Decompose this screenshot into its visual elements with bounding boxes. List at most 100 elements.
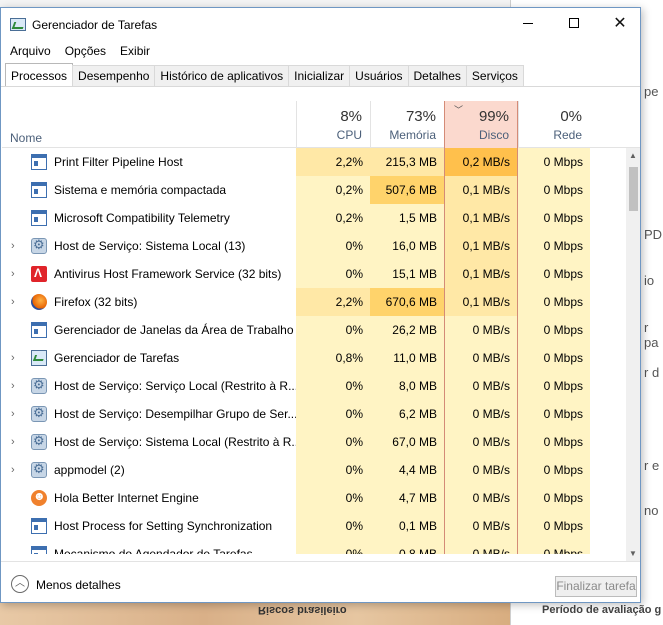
chevron-up-icon[interactable]: ︿ — [11, 575, 29, 593]
table-row[interactable]: Hola Better Internet Engine 0%4,7 MB0 MB/… — [2, 484, 626, 512]
process-disk: 0 MB/s — [444, 484, 518, 512]
title-bar[interactable]: Gerenciador de Tarefas ✕ — [1, 8, 640, 38]
table-row[interactable]: › Antivirus Host Framework Service (32 bi… — [2, 260, 626, 288]
background-text-fragment: r e — [644, 458, 660, 473]
table-row[interactable]: Gerenciador de Janelas da Área de Trabal… — [2, 316, 626, 344]
menu-bar: Arquivo Opções Exibir — [1, 42, 157, 62]
menu-arquivo[interactable]: Arquivo — [3, 42, 58, 62]
table-row[interactable]: › Host de Serviço: Desempilhar Grupo de S… — [2, 400, 626, 428]
process-name: Gerenciador de Tarefas — [54, 351, 180, 365]
process-memory: 4,7 MB — [370, 484, 444, 512]
table-row[interactable]: › Host de Serviço: Sistema Local (13) 0%16… — [2, 232, 626, 260]
mirrored-background-text: Riscos brasileiro — [258, 604, 347, 616]
network-total: 0% — [560, 108, 582, 125]
process-disk: 0 MB/s — [444, 428, 518, 456]
process-name: Host Process for Setting Synchronization — [54, 519, 273, 533]
table-row[interactable]: › Host de Serviço: Sistema Local (Restrit… — [2, 428, 626, 456]
process-memory: 670,6 MB — [370, 288, 444, 316]
menu-opcoes[interactable]: Opções — [58, 42, 113, 62]
tab-inicializar[interactable]: Inicializar — [288, 65, 351, 86]
process-network: 0 Mbps — [518, 400, 590, 428]
table-row[interactable]: Sistema e memória compactada 0,2% 507,6 MB… — [2, 176, 626, 204]
process-cpu: 0% — [296, 484, 370, 512]
tab-detalhes[interactable]: Detalhes — [407, 65, 467, 86]
column-name-header[interactable]: Nome — [10, 131, 42, 145]
memory-total: 73% — [405, 108, 436, 125]
process-cpu: 0,2% — [296, 204, 370, 232]
expand-chevron-icon[interactable]: › — [11, 380, 21, 392]
process-cpu: 0,8% — [296, 344, 370, 372]
expand-chevron-icon[interactable]: › — [11, 408, 21, 420]
process-name: Host de Serviço: Desempilhar Grupo de Se… — [54, 407, 298, 421]
expand-chevron-icon[interactable]: › — [11, 268, 21, 280]
process-disk: 0,1 MB/s — [444, 204, 518, 232]
process-disk: 0 MB/s — [444, 400, 518, 428]
expand-chevron-icon[interactable]: › — [11, 240, 21, 252]
sort-descending-icon: ﹀ — [454, 105, 464, 115]
window-icon — [31, 518, 47, 534]
tab-processos[interactable]: Processos — [5, 63, 74, 86]
process-name: Gerenciador de Janelas da Área de Trabal… — [54, 323, 294, 337]
process-disk: 0,2 MB/s — [444, 148, 518, 176]
footer-bar: ︿ Menos detalhes Finalizar tarefa — [1, 561, 640, 602]
column-cpu-header[interactable]: 8% CPU — [296, 101, 370, 148]
less-details-link[interactable]: Menos detalhes — [36, 578, 121, 592]
process-network: 0 Mbps — [518, 372, 590, 400]
process-cpu: 0% — [296, 540, 370, 554]
column-network-header[interactable]: 0% Rede — [518, 101, 590, 148]
maximize-button[interactable] — [551, 8, 597, 38]
end-task-button[interactable]: Finalizar tarefa — [555, 576, 637, 597]
expand-chevron-icon[interactable]: › — [11, 296, 21, 308]
tab-usuarios[interactable]: Usuários — [349, 65, 409, 86]
expand-chevron-icon[interactable]: › — [11, 436, 21, 448]
close-button[interactable]: ✕ — [597, 8, 640, 38]
memory-label: Memória — [389, 128, 436, 142]
table-row[interactable]: › Firefox (32 bits) 2,2% 670,6 MB 0,1 MB/s 0 … — [2, 288, 626, 316]
process-disk: 0 MB/s — [444, 540, 518, 554]
table-row[interactable]: Microsoft Compatibility Telemetry 0,2% 1,5… — [2, 204, 626, 232]
tab-servicos[interactable]: Serviços — [465, 65, 524, 86]
disk-label: Disco — [478, 128, 509, 142]
cpu-total: 8% — [340, 108, 362, 125]
process-name: Firefox (32 bits) — [54, 295, 138, 309]
process-name: Host de Serviço: Sistema Local (Restrito… — [54, 435, 302, 449]
tab-historico[interactable]: Histórico de aplicativos — [154, 65, 290, 86]
process-cpu: 0% — [296, 512, 370, 540]
process-disk: 0 MB/s — [444, 344, 518, 372]
table-row[interactable]: Mecanismo do Agendador de Tarefas 0% 0,8 M… — [2, 540, 626, 554]
window-icon — [31, 154, 47, 170]
cpu-label: CPU — [336, 128, 362, 142]
scroll-thumb[interactable] — [629, 167, 638, 211]
process-memory: 15,1 MB — [370, 260, 444, 288]
scroll-down-icon[interactable]: ▼ — [629, 549, 637, 558]
process-name: Microsoft Compatibility Telemetry — [54, 211, 230, 225]
background-bottom-text: Período de avaliação g — [542, 604, 662, 616]
table-row[interactable]: Host Process for Setting Synchronization… — [2, 512, 626, 540]
process-memory: 67,0 MB — [370, 428, 444, 456]
column-memory-header[interactable]: 73% Memória — [370, 101, 444, 148]
table-row[interactable]: › Gerenciador de Tarefas 0,8% 11,0 MB 0 MB/s… — [2, 344, 626, 372]
vertical-scrollbar[interactable]: ▲ ▼ — [626, 148, 640, 561]
minimize-button[interactable] — [505, 8, 551, 38]
menu-exibir[interactable]: Exibir — [113, 42, 157, 62]
process-table: Print Filter Pipeline Host 2,2% 215,3 MB 0,… — [2, 148, 626, 554]
background-text-fragment: r pa — [644, 320, 659, 350]
table-header: Nome 8% CPU 73% Memória ﹀ 99% Disco 0% R… — [2, 101, 640, 148]
process-memory: 6,2 MB — [370, 400, 444, 428]
table-row[interactable]: Print Filter Pipeline Host 2,2% 215,3 MB 0,… — [2, 148, 626, 176]
hola-icon — [31, 489, 47, 506]
table-row[interactable]: › Host de Serviço: Serviço Local (Restrit… — [2, 372, 626, 400]
process-network: 0 Mbps — [518, 316, 590, 344]
gear-icon — [31, 461, 47, 478]
process-memory: 16,0 MB — [370, 232, 444, 260]
table-row[interactable]: › appmodel (2) 0%4,4 MB0 MB/s0 Mbps — [2, 456, 626, 484]
process-cpu: 0% — [296, 400, 370, 428]
background-text-fragment: no — [644, 503, 659, 518]
column-disk-header[interactable]: ﹀ 99% Disco — [444, 101, 518, 148]
expand-chevron-icon[interactable]: › — [11, 352, 21, 364]
tab-desempenho[interactable]: Desempenho — [72, 65, 156, 86]
task-manager-icon — [10, 18, 26, 31]
process-memory: 0,8 MB — [370, 540, 444, 554]
expand-chevron-icon[interactable]: › — [11, 464, 21, 476]
scroll-up-icon[interactable]: ▲ — [629, 151, 637, 160]
